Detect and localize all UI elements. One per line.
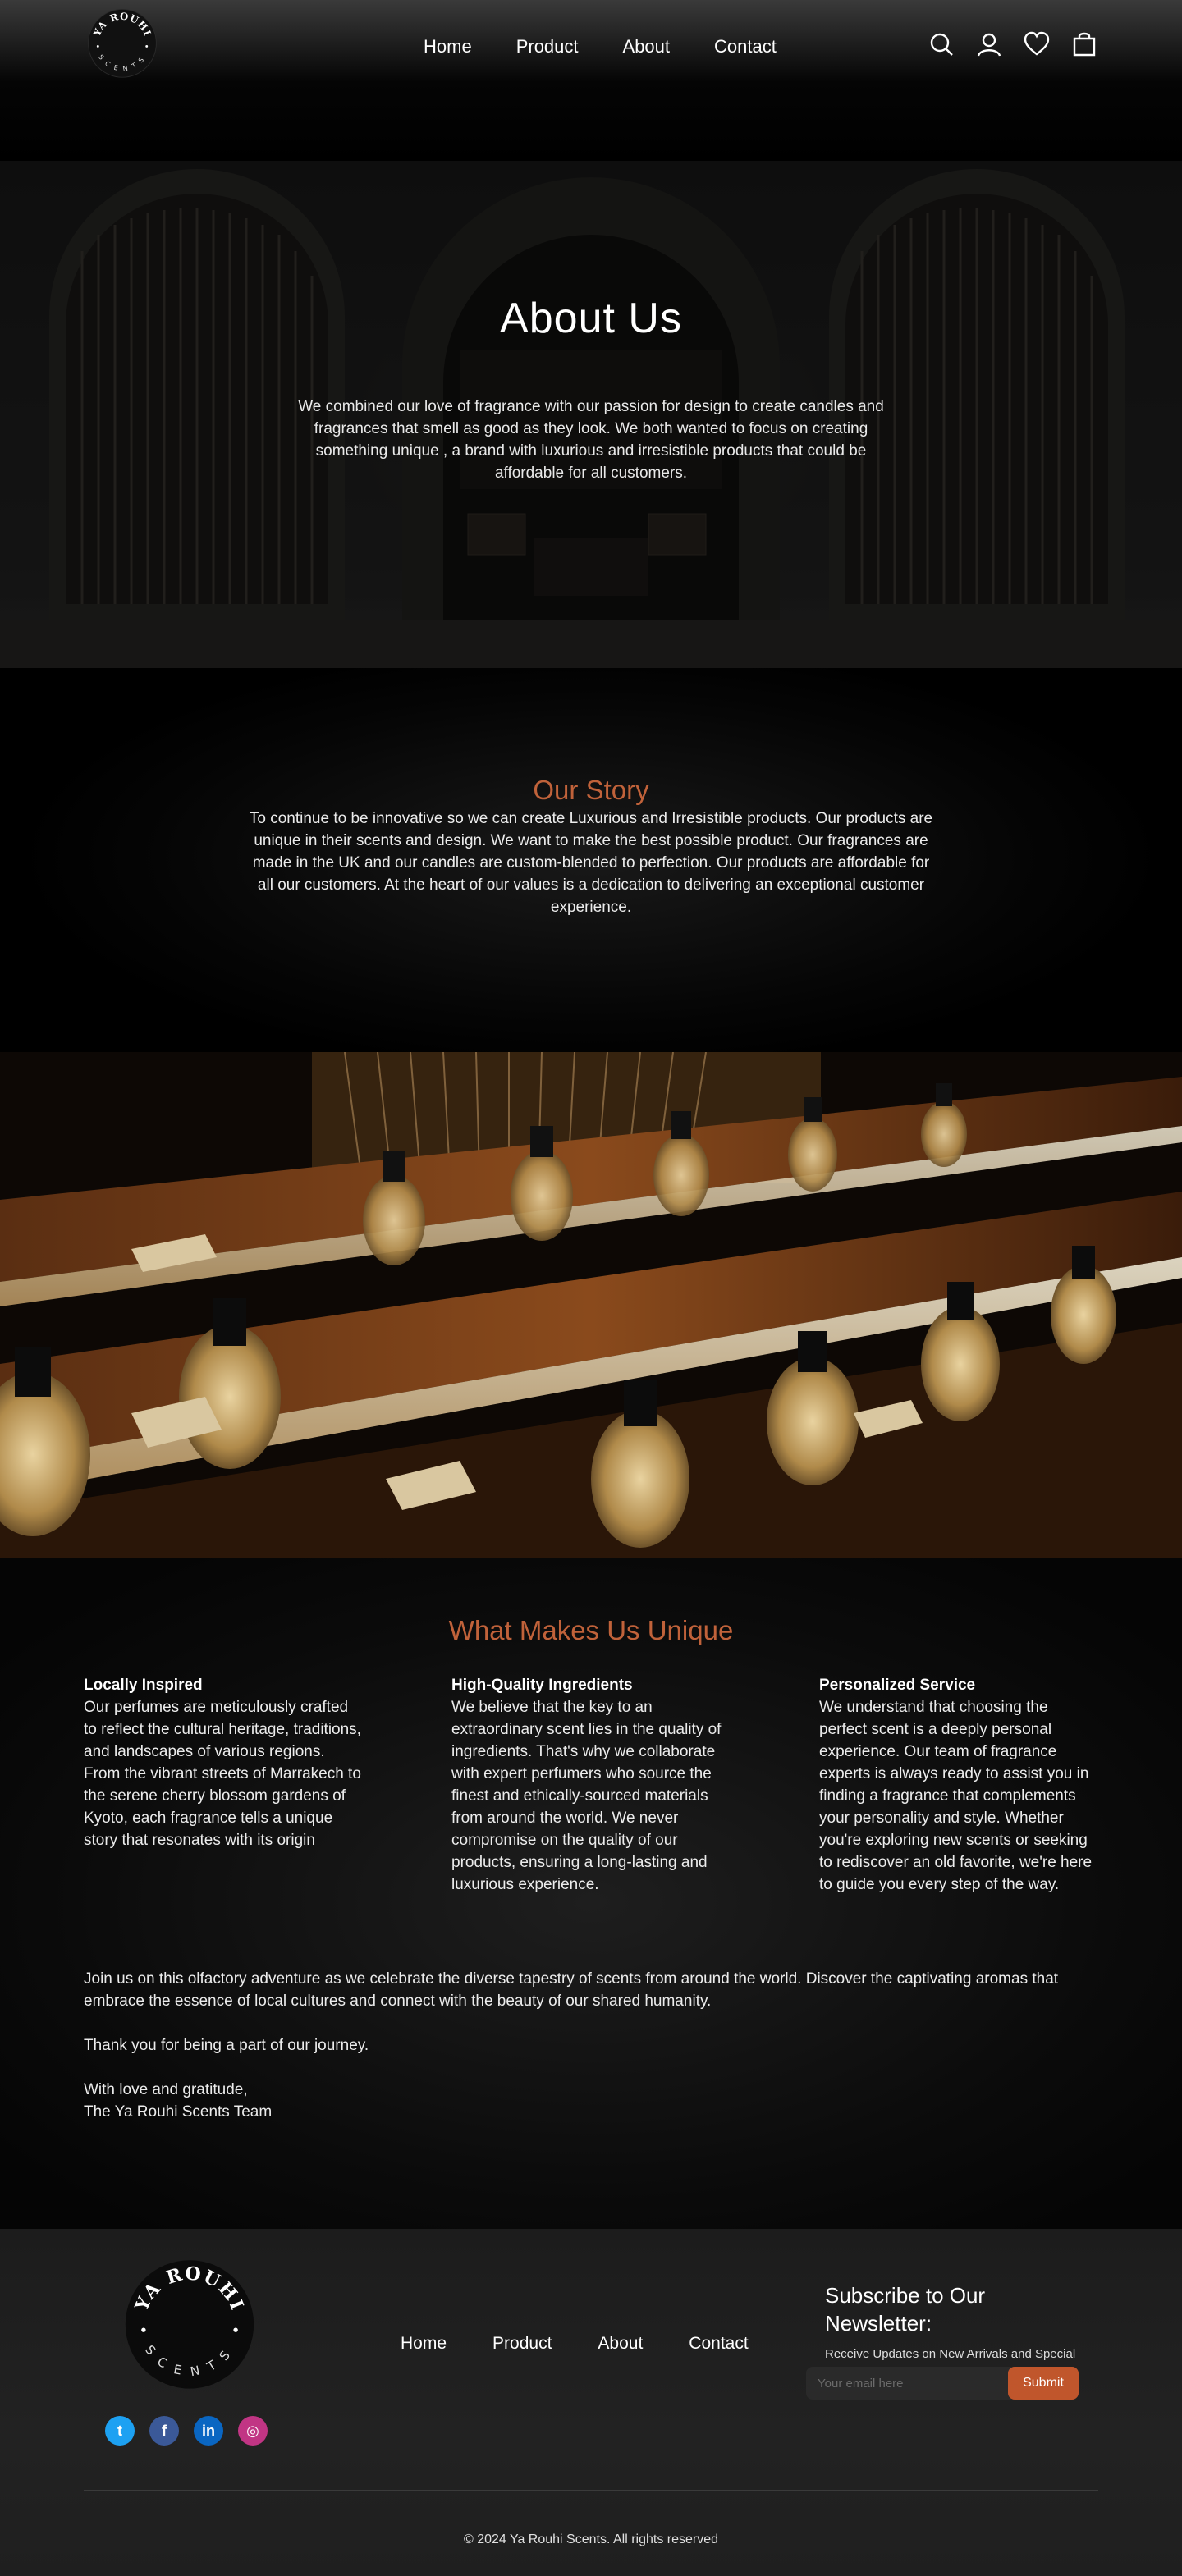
linkedin-icon[interactable]: in [194,2416,223,2446]
feature-text: We believe that the key to an extraordin… [451,1699,722,1893]
site-footer: YA ROUHI SCENTS t f in ◎ Home Product Ab… [0,2229,1182,2576]
feature-title: High-Quality Ingredients [451,1677,633,1694]
nav-product[interactable]: Product [516,33,579,61]
feature-personalized-service: Personalized Service We understand that … [819,1674,1098,1896]
our-story-heading: Our Story [533,775,649,805]
header-bar: YA ROUHI SCENTS Home Product About Conta… [0,0,1182,92]
footer-nav-home[interactable]: Home [401,2331,447,2357]
about-hero: About Us We combined our love of fragran… [0,161,1182,668]
footer-nav-contact[interactable]: Contact [689,2331,748,2357]
feature-title: Personalized Service [819,1677,976,1694]
unique-section: What Makes Us Unique Locally Inspired Ou… [0,1558,1182,2229]
copyright-text: © 2024 Ya Rouhi Scents. All rights reser… [463,2533,719,2546]
closing-paragraph: Join us on this olfactory adventure as w… [84,1970,1059,2010]
feature-title: Locally Inspired [84,1677,203,1694]
twitter-icon[interactable]: t [105,2416,135,2446]
newsletter-form: Submit [806,2367,1079,2400]
feature-high-quality-ingredients: High-Quality Ingredients We believe that… [451,1674,731,1896]
closing-signoff: With love and gratitude, [84,2081,248,2098]
feature-text: We understand that choosing the perfect … [819,1699,1093,1893]
facebook-icon[interactable]: f [149,2416,179,2446]
instagram-icon[interactable]: ◎ [238,2416,268,2446]
feature-locally-inspired: Locally Inspired Our perfumes are meticu… [84,1674,363,1851]
our-story-text: To continue to be innovative so we can c… [249,810,933,916]
email-input[interactable] [806,2367,1011,2400]
search-icon[interactable] [928,30,955,58]
footer-nav: Home Product About Contact [401,2331,795,2357]
perfume-shelf-illustration [0,1052,1182,1558]
shopping-bag-icon[interactable] [1070,30,1098,58]
hero-description: We combined our love of fragrance with o… [298,398,884,482]
footer-nav-product[interactable]: Product [492,2331,552,2357]
newsletter-title: Subscribe to Our Newsletter: [825,2283,986,2336]
heart-icon[interactable] [1023,30,1051,58]
closing-message: Join us on this olfactory adventure as w… [84,1968,1102,2145]
header-icons [928,30,1098,58]
site-header: YA ROUHI SCENTS Home Product About Conta… [0,0,1182,161]
our-story-section: Our Story To continue to be innovative s… [0,668,1182,1052]
account-icon[interactable] [975,30,1003,58]
nav-home[interactable]: Home [424,33,472,61]
main-nav: Home Product About Contact [424,33,821,61]
page-title: About Us [500,295,682,342]
footer-divider [84,2490,1098,2491]
perfume-display-image [0,1052,1182,1558]
footer-brand-logo[interactable]: YA ROUHI SCENTS [120,2252,259,2391]
submit-button[interactable]: Submit [1008,2367,1079,2400]
brand-logo[interactable]: YA ROUHI SCENTS [85,5,159,79]
nav-about[interactable]: About [623,33,671,61]
unique-heading: What Makes Us Unique [448,1615,734,1645]
closing-signature: The Ya Rouhi Scents Team [84,2103,273,2121]
social-links: t f in ◎ [105,2416,268,2446]
closing-thanks: Thank you for being a part of our journe… [84,2037,369,2054]
feature-text: Our perfumes are meticulously crafted to… [84,1699,361,1849]
nav-contact[interactable]: Contact [714,33,777,61]
footer-nav-about[interactable]: About [598,2331,643,2357]
